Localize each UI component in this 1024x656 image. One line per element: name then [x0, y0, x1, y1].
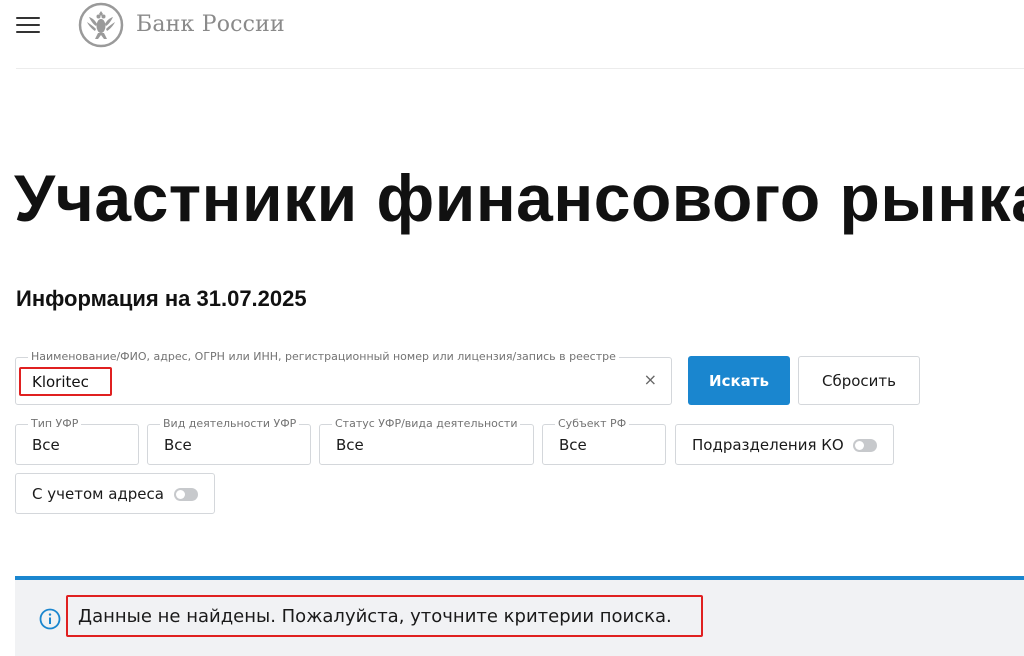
filter-subject-value: Все	[559, 436, 587, 454]
filter-type-select[interactable]: Тип УФР Все	[15, 417, 139, 465]
ko-divisions-toggle-switch[interactable]	[853, 438, 877, 452]
info-date-heading: Информация на 31.07.2025	[16, 286, 307, 311]
filter-status-select[interactable]: Статус УФР/вида деятельности Все	[319, 417, 534, 465]
search-input[interactable]	[32, 371, 622, 393]
filter-subject-legend: Субъект РФ	[555, 417, 630, 431]
filter-activity-value: Все	[164, 436, 192, 454]
page-title: Участники финансового рынка	[14, 161, 1024, 235]
ko-divisions-label: Подразделения КО	[692, 435, 844, 454]
filter-type-value: Все	[32, 436, 60, 454]
filter-status-legend: Статус УФР/вида деятельности	[332, 417, 521, 431]
bank-emblem-logo[interactable]	[78, 2, 124, 48]
with-address-toggle-box[interactable]: С учетом адреса	[15, 473, 215, 514]
with-address-label: С учетом адреса	[32, 484, 164, 503]
filter-subject-select[interactable]: Субъект РФ Все	[542, 417, 666, 465]
search-button[interactable]: Искать	[688, 356, 790, 405]
search-field-legend: Наименование/ФИО, адрес, ОГРН или ИНН, р…	[28, 350, 619, 364]
info-icon	[39, 608, 61, 630]
with-address-toggle-switch[interactable]	[174, 487, 198, 501]
filter-activity-legend: Вид деятельности УФР	[160, 417, 300, 431]
header-divider	[16, 68, 1024, 69]
reset-button[interactable]: Сбросить	[798, 356, 920, 405]
bank-name[interactable]: Банк России	[136, 12, 285, 37]
page: Банк России Участники финансового рынка …	[0, 0, 1024, 656]
filter-activity-select[interactable]: Вид деятельности УФР Все	[147, 417, 311, 465]
filter-type-legend: Тип УФР	[28, 417, 82, 431]
filter-status-value: Все	[336, 436, 364, 454]
search-field[interactable]: Наименование/ФИО, адрес, ОГРН или ИНН, р…	[15, 350, 672, 405]
site-header: Банк России	[0, 0, 1024, 69]
ko-divisions-toggle-box[interactable]: Подразделения КО	[675, 424, 894, 465]
clear-icon[interactable]: ×	[644, 370, 657, 390]
menu-icon[interactable]	[16, 17, 40, 34]
no-results-text: Данные не найдены. Пожалуйста, уточните …	[78, 606, 672, 627]
